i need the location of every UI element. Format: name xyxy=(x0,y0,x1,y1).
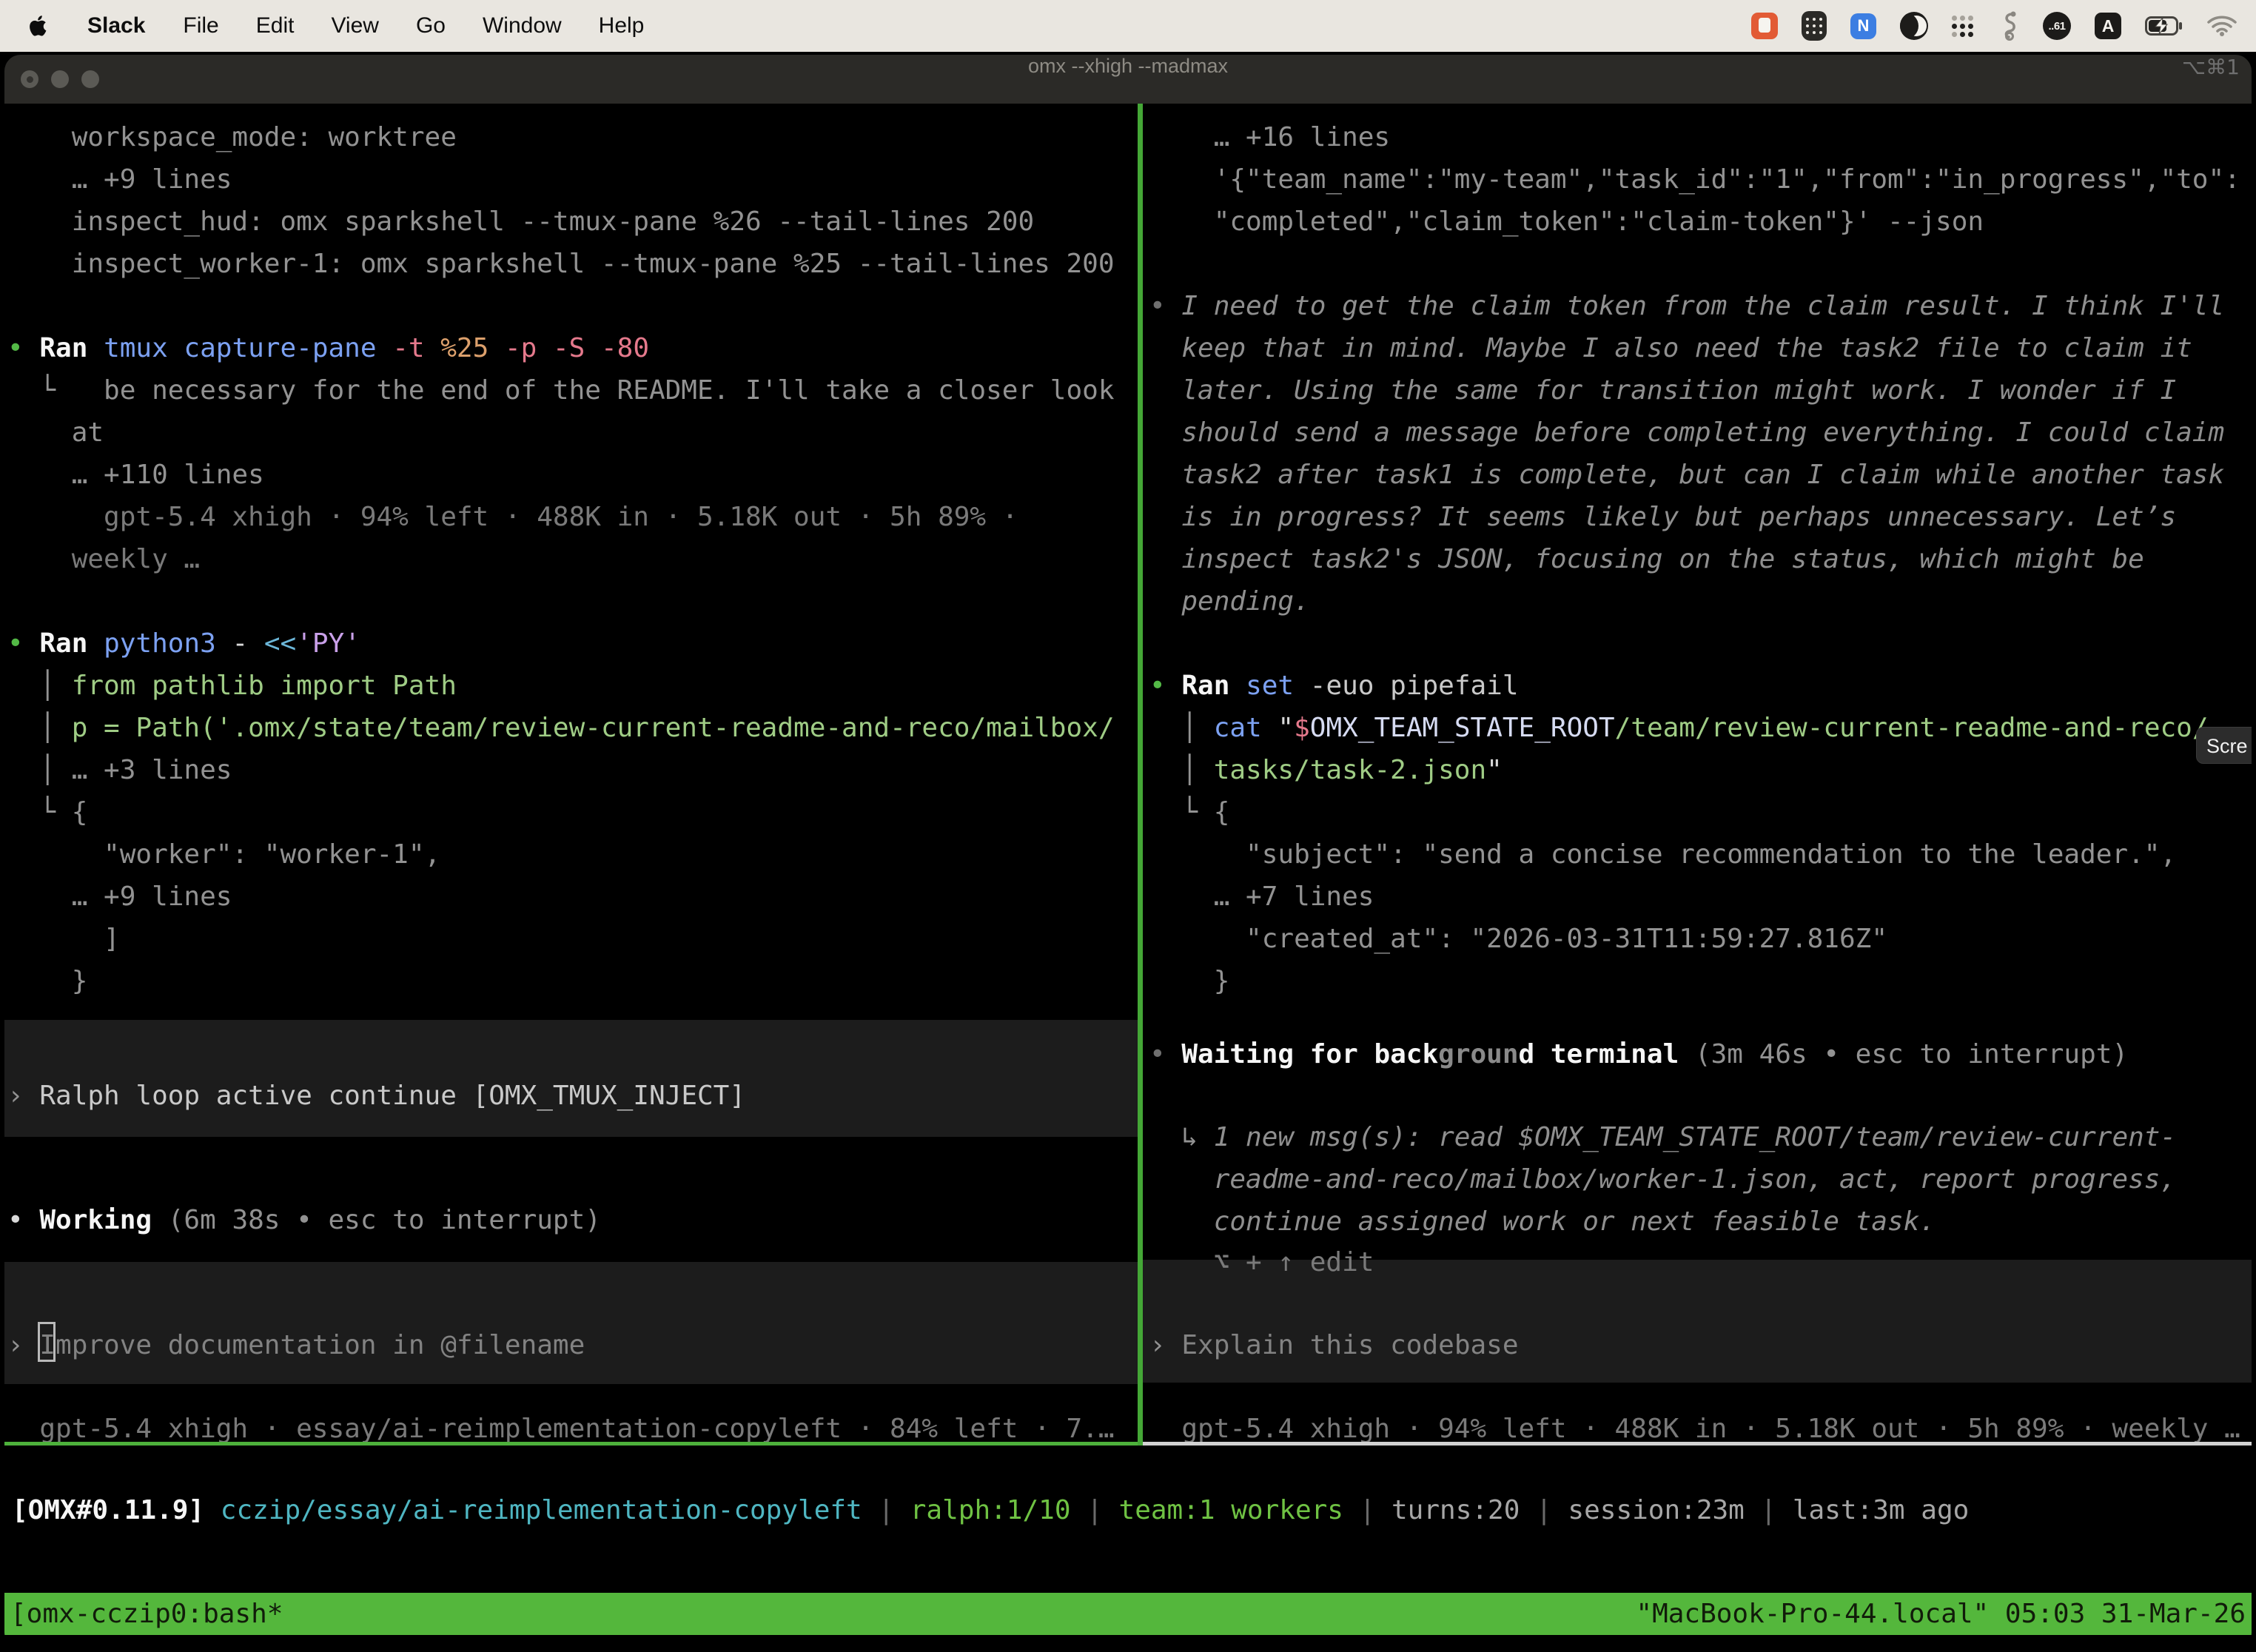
pane-border-bottom-left xyxy=(4,1442,1138,1446)
terminal-line: │ … +3 lines xyxy=(7,749,232,791)
pane-divider[interactable] xyxy=(1138,104,1143,1446)
pane-border-bottom-right xyxy=(1143,1442,2252,1446)
terminal-line: │ p = Path('.omx/state/team/review-curre… xyxy=(7,707,1115,749)
command-ran-tmux: • Ran tmux capture-pane -t %25 -p -S -80 xyxy=(7,327,649,369)
terminal-line: gpt-5.4 xhigh · 94% left · 488K in · 5.1… xyxy=(7,496,1018,538)
screen: { "menubar": { "app_name": "Slack", "ite… xyxy=(0,0,2256,1652)
terminal-line: } xyxy=(1149,960,1229,1002)
battery-icon[interactable] xyxy=(2145,16,2183,36)
terminal-line: ] xyxy=(7,918,120,960)
menu-bar: Slack File Edit View Go Window Help N ..… xyxy=(0,0,2256,52)
command-ran-set: • Ran set -euo pipefail xyxy=(1149,665,1519,707)
window-title: omx --xhigh --madmax xyxy=(4,55,2252,104)
terminal-line: "worker": "worker-1", xyxy=(7,833,440,876)
terminal-pane-right[interactable]: … +16 lines '{"team_name":"my-team","tas… xyxy=(1143,104,2252,1442)
terminal-line: pending. xyxy=(1149,580,1310,622)
window-title-bar[interactable]: omx --xhigh --madmax ⌥⌘1 xyxy=(4,55,2252,104)
ralph-loop-status: › Ralph loop active continue [OMX_TMUX_I… xyxy=(7,1075,745,1117)
shield-dots xyxy=(1813,24,1816,27)
terminal-line: inspect task2's JSON, focusing on the st… xyxy=(1149,538,2144,580)
screen-tooltip: Scre xyxy=(2196,727,2252,764)
terminal-line: "subject": "send a concise recommendatio… xyxy=(1149,833,2176,876)
grid-shield-icon[interactable] xyxy=(1802,11,1827,41)
menu-item-go[interactable]: Go xyxy=(397,13,464,38)
terminal-window: omx --xhigh --madmax ⌥⌘1 workspace_mode:… xyxy=(4,55,2252,1649)
menu-item-help[interactable]: Help xyxy=(580,13,663,38)
terminal-line: should send a message before completing … xyxy=(1149,412,2224,454)
terminal-line: └ { xyxy=(7,791,87,833)
terminal-line: readme-and-reco/mailbox/worker-1.json, a… xyxy=(1149,1158,2176,1201)
terminal-line: "completed","claim_token":"claim-token"}… xyxy=(1149,201,1984,243)
terminal-line: task2 after task1 is complete, but can I… xyxy=(1149,454,2224,496)
count-badge-icon[interactable]: ..61 xyxy=(2043,12,2071,40)
prompt-input-text: › Explain this codebase xyxy=(1149,1324,1519,1366)
terminal-line: ↳ 1 new msg(s): read $OMX_TEAM_STATE_ROO… xyxy=(1149,1116,2176,1158)
terminal-line: │ cat "$OMX_TEAM_STATE_ROOT/team/review-… xyxy=(1149,707,2209,749)
apple-icon xyxy=(27,13,50,38)
agent-thought: • I need to get the claim token from the… xyxy=(1149,285,2224,327)
prompt-input-text: › Improve documentation in @filename xyxy=(7,1324,585,1366)
moon-icon[interactable] xyxy=(1900,12,1928,40)
terminal-line: keep that in mind. Maybe I also need the… xyxy=(1149,327,2192,369)
terminal-line: at xyxy=(7,412,104,454)
terminal-line: } xyxy=(7,960,87,1002)
terminal-line: continue assigned work or next feasible … xyxy=(1149,1201,1936,1243)
terminal-line: │ tasks/task-2.json" xyxy=(1149,749,1503,791)
network-icon[interactable]: N xyxy=(1850,13,1876,39)
terminal-line: … +9 lines xyxy=(7,158,232,201)
terminal-pane-left[interactable]: workspace_mode: worktree … +9 lines insp… xyxy=(4,104,1138,1442)
menu-item-file[interactable]: File xyxy=(164,13,237,38)
terminal-line: "created_at": "2026-03-31T11:59:27.816Z" xyxy=(1149,918,1887,960)
terminal-line: inspect_worker-1: omx sparkshell --tmux-… xyxy=(7,243,1115,285)
command-ran-python3: • Ran python3 - <<'PY' xyxy=(7,622,360,665)
waiting-status: • Waiting for background terminal (3m 46… xyxy=(1149,1033,2128,1075)
squiggle-icon[interactable] xyxy=(2000,11,2019,41)
omx-status-bar-text: [OMX#0.11.9] cczip/essay/ai-reimplementa… xyxy=(12,1489,1969,1531)
window-shortcut-hint: ⌥⌘1 xyxy=(2182,55,2240,104)
menu-bar-left: Slack File Edit View Go Window Help xyxy=(0,13,662,38)
terminal-line: │ from pathlib import Path xyxy=(7,665,457,707)
menu-item-window[interactable]: Window xyxy=(464,13,580,38)
tmux-host-clock: "MacBook-Pro-44.local" 05:03 31-Mar-26 xyxy=(1636,1593,2246,1635)
wifi-icon[interactable] xyxy=(2207,15,2237,37)
apple-menu[interactable] xyxy=(21,13,68,38)
terminal-line: weekly … xyxy=(7,538,200,580)
edit-hint: ⌥ + ↑ edit xyxy=(1149,1241,1374,1283)
input-source-icon[interactable]: A xyxy=(2095,13,2121,39)
terminal-line: later. Using the same for transition mig… xyxy=(1149,369,2176,412)
menu-item-view[interactable]: View xyxy=(312,13,397,38)
terminal-line: … +7 lines xyxy=(1149,876,1374,918)
dots-grid-icon[interactable] xyxy=(1952,14,1976,38)
omx-status-bar: [OMX#0.11.9] cczip/essay/ai-reimplementa… xyxy=(12,1489,2247,1534)
terminal-line: workspace_mode: worktree xyxy=(7,116,457,158)
model-status-line: gpt-5.4 xhigh · essay/ai-reimplementatio… xyxy=(7,1408,1115,1442)
terminal-line: └ be necessary for the end of the README… xyxy=(7,369,1115,412)
model-status-line: gpt-5.4 xhigh · 94% left · 488K in · 5.1… xyxy=(1149,1408,2240,1442)
terminal-line: └ { xyxy=(1149,791,1229,833)
tmux-status-bar: [omx-cczip0:bash* "MacBook-Pro-44.local"… xyxy=(4,1593,2252,1635)
terminal-line: '{"team_name":"my-team","task_id":"1","f… xyxy=(1149,158,2240,201)
terminal-line: … +9 lines xyxy=(7,876,232,918)
terminal-line: … +16 lines xyxy=(1149,116,1390,158)
active-app-menu[interactable]: Slack xyxy=(68,13,164,38)
working-status: • Working (6m 38s • esc to interrupt) xyxy=(7,1199,601,1241)
tmux-session-label: [omx-cczip0:bash* xyxy=(10,1593,283,1635)
menu-bar-status-area: N ..61 A xyxy=(1751,11,2256,41)
menu-item-edit[interactable]: Edit xyxy=(238,13,313,38)
terminal-line: is in progress? It seems likely but perh… xyxy=(1149,496,2176,538)
terminal-line: inspect_hud: omx sparkshell --tmux-pane … xyxy=(7,201,1034,243)
screen-recording-icon[interactable] xyxy=(1751,13,1778,39)
terminal-line: … +110 lines xyxy=(7,454,264,496)
